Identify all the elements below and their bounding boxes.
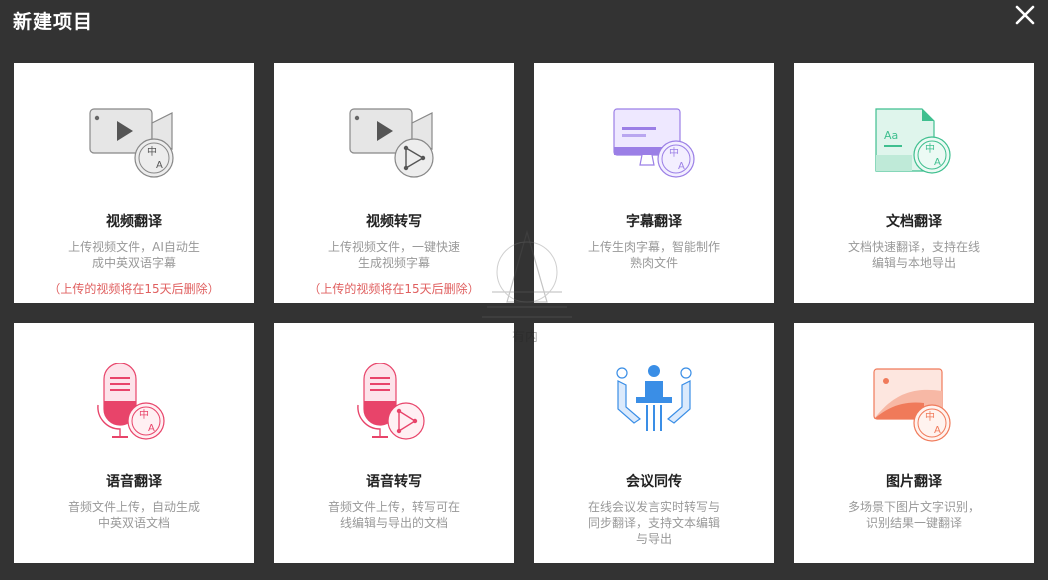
meeting-interpret-icon (604, 363, 704, 443)
svg-text:A: A (678, 161, 685, 172)
card-document-translate[interactable]: Aa 中 A 文档翻译 文档快速翻译，支持在线编辑与本地导出 (794, 63, 1034, 303)
card-description: 多场景下图片文字识别，识别结果一键翻译 (847, 500, 980, 530)
svg-text:A: A (934, 425, 941, 436)
svg-text:中: 中 (147, 145, 157, 158)
svg-text:中: 中 (925, 410, 935, 423)
card-description: 在线会议发言实时转写与同步翻译，支持文本编辑与导出 (587, 500, 720, 546)
card-title: 图片翻译 (886, 474, 942, 490)
card-title: 文档翻译 (886, 214, 942, 230)
speech-translate-icon: 中 A (84, 363, 184, 443)
svg-text:中: 中 (925, 142, 935, 155)
watermark-text: 有内 (512, 330, 539, 345)
svg-text:A: A (934, 157, 941, 168)
card-video-translate[interactable]: 中 A 视频翻译 上传视频文件，AI自动生成中英双语字幕 （上传的视频将在15天… (14, 63, 254, 303)
card-description: 音频文件上传，自动生成中英双语文档 (67, 500, 200, 530)
card-meeting-interpret[interactable]: 会议同传 在线会议发言实时转写与同步翻译，支持文本编辑与导出 (534, 323, 774, 563)
svg-text:中: 中 (669, 146, 679, 159)
card-description: 音频文件上传，转写可在线编辑与导出的文档 (327, 500, 460, 530)
svg-text:A: A (148, 423, 155, 434)
card-title: 会议同传 (626, 474, 682, 490)
card-title: 视频翻译 (106, 214, 162, 230)
watermark: 有内 (472, 222, 582, 352)
svg-text:A: A (156, 160, 163, 171)
card-speech-transcribe[interactable]: 语音转写 音频文件上传，转写可在线编辑与导出的文档 (274, 323, 514, 563)
video-transcribe-icon (344, 103, 444, 183)
card-title: 语音转写 (366, 474, 422, 490)
card-speech-translate[interactable]: 中 A 语音翻译 音频文件上传，自动生成中英双语文档 (14, 323, 254, 563)
subtitle-translate-icon: 中 A (604, 103, 704, 183)
card-description: 文档快速翻译，支持在线编辑与本地导出 (847, 240, 980, 270)
card-description: 上传视频文件，AI自动生成中英双语字幕 (68, 240, 200, 270)
video-translate-icon: 中 A (84, 103, 184, 183)
card-title: 语音翻译 (106, 474, 162, 490)
card-description: 上传生肉字幕，智能制作熟肉文件 (587, 240, 720, 270)
card-image-translate[interactable]: 中 A 图片翻译 多场景下图片文字识别，识别结果一键翻译 (794, 323, 1034, 563)
svg-text:Aa: Aa (884, 129, 898, 142)
speech-transcribe-icon (344, 363, 444, 443)
page-title: 新建项目 (13, 11, 94, 33)
close-icon[interactable] (1013, 3, 1037, 27)
image-translate-icon: 中 A (864, 363, 964, 443)
document-translate-icon: Aa 中 A (864, 103, 964, 183)
card-note: （上传的视频将在15天后删除） (48, 282, 220, 296)
svg-text:中: 中 (139, 408, 149, 421)
card-description: 上传视频文件，一键快速生成视频字幕 (327, 240, 460, 270)
